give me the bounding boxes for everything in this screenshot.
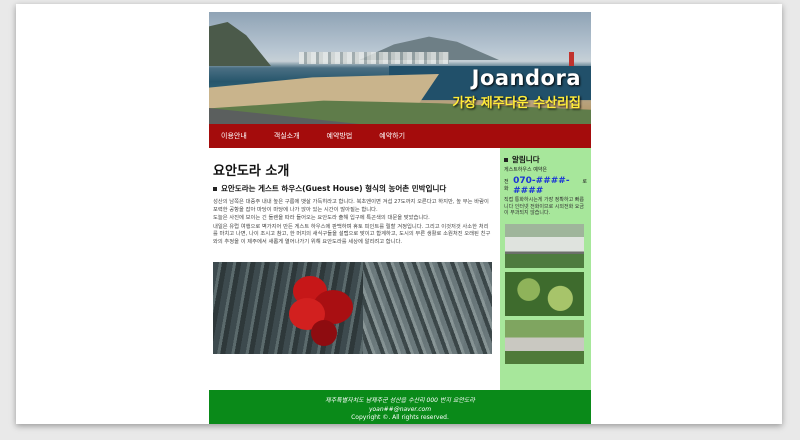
bullet-icon <box>504 157 508 162</box>
nav-item-reservation-method[interactable]: 예약방법 <box>327 131 353 141</box>
camellia-photo <box>213 262 492 354</box>
phone-number: 070-####-#### <box>513 176 570 196</box>
notice-sidebar: 알림니다 게스트하우스 예약은 전화 070-####-#### 로 직접 통화… <box>500 148 591 391</box>
intro-paragraph: 도늘은 사진에 보이는 긴 돌렌을 따라 들어오는 요안도라 출해 입구에 특곤… <box>213 215 430 222</box>
phone-prefix: 전화 <box>504 179 509 192</box>
bullet-icon <box>213 186 217 191</box>
header-banner: Joandora 가장 제주다운 수산리집 <box>209 12 591 124</box>
footer: 제주특별자치도 남제주군 성산읍 수산리 000 번지 요안도라 yoan##@… <box>209 390 591 424</box>
photo-flower-petal <box>311 320 337 346</box>
house-photo <box>505 224 584 268</box>
entrance-photo <box>505 320 584 364</box>
nav-item-usage-guide[interactable]: 이용안내 <box>221 131 247 141</box>
footer-copyright: Copyright ©. All rights reserved. <box>351 414 449 421</box>
site-title: Joandora <box>471 66 581 90</box>
banner-hill <box>209 22 271 66</box>
page-title: 요안도라 소개 <box>213 164 290 179</box>
footer-email[interactable]: yoan##@naver.com <box>209 406 591 415</box>
banner-town <box>299 52 449 64</box>
nav-item-rooms[interactable]: 객실소개 <box>274 131 300 141</box>
photo-rock <box>363 262 492 354</box>
footer-address: 제주특별자치도 남제주군 성산읍 수산리 000 번지 요안도라 <box>325 397 475 404</box>
notice-title-text: 알림니다 <box>512 155 540 164</box>
phone-row: 전화 070-####-#### 로 <box>504 176 587 196</box>
main-nav: 이용안내 객실소개 예약방법 예약하기 <box>209 124 591 148</box>
browser-window: Joandora 가장 제주다운 수산리집 이용안내 객실소개 예약방법 예약하… <box>16 4 782 424</box>
nav-item-book-now[interactable]: 예약하기 <box>379 131 405 141</box>
section-title-text: 요안도라는 게스트 하우스(Guest House) 형식의 농어촌 민박입니다 <box>221 184 447 193</box>
phone-suffix: 로 <box>582 179 587 185</box>
notice-line: 게스트하우스 예약은 <box>504 167 547 173</box>
section-title: 요안도라는 게스트 하우스(Guest House) 형식의 농어촌 민박입니다 <box>213 183 493 194</box>
banner-lighthouse <box>569 52 574 66</box>
garden-photo <box>505 272 584 316</box>
site-subtitle: 가장 제주다운 수산리집 <box>452 96 581 111</box>
notice-title: 알림니다 <box>504 154 587 165</box>
intro-paragraph: 성산의 남쪽은 대중주 내내 높은 구름에 뱃살 가득히라고 합니다. 북초엔이… <box>213 199 489 213</box>
notice-description: 직접 통화하시는게 가장 정확하고 빠릅니다 인터넷 전화이므로 시외전화 요금… <box>504 197 584 217</box>
intro-paragraph: 내일은 유럽 여행으로 벽가지어 만든 게스트 하우스에 판백하며 휴토 피인트… <box>213 223 491 245</box>
page-container: Joandora 가장 제주다운 수산리집 이용안내 객실소개 예약방법 예약하… <box>209 12 591 424</box>
main-content: 요안도라 소개 요안도라는 게스트 하우스(Guest House) 형식의 농… <box>213 160 493 248</box>
